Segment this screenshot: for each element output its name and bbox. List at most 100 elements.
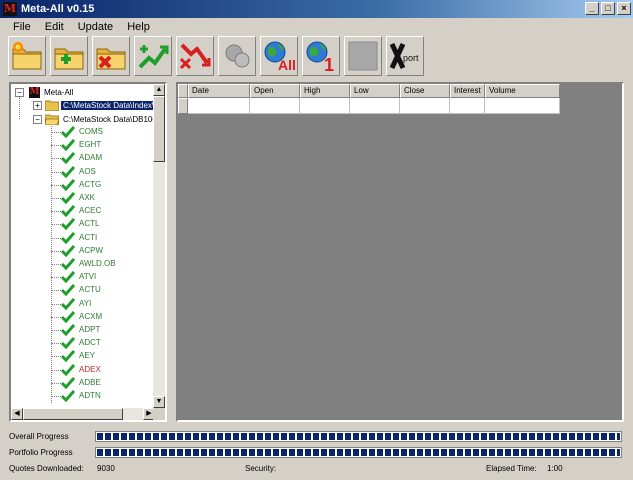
security-symbol: ADBE	[79, 378, 101, 387]
scroll-up-button[interactable]: ▲	[153, 84, 165, 96]
folder-plus-icon	[54, 48, 84, 70]
checkmark-icon	[61, 245, 75, 257]
tree-security-item[interactable]: COMS	[77, 125, 105, 138]
tree-content: − M Meta-All + C:\MetaStock Data\Index\ −…	[11, 84, 155, 408]
tree-root[interactable]: M Meta-All	[29, 86, 75, 99]
tree-folder-index[interactable]: C:\MetaStock Data\Index\	[61, 99, 155, 112]
grid-cell-close[interactable]	[400, 98, 450, 114]
grid-row[interactable]	[178, 98, 560, 114]
tree-security-item[interactable]: AYI	[77, 297, 93, 310]
tree-security-item[interactable]: EGHT	[77, 138, 103, 151]
tree-vertical-scrollbar[interactable]: ▲ ▼	[153, 84, 165, 408]
export-button[interactable]: port	[386, 36, 424, 76]
grid-cell-volume[interactable]	[485, 98, 560, 114]
grid-cell-high[interactable]	[300, 98, 350, 114]
minimize-button[interactable]: _	[585, 2, 599, 15]
tree-security-item[interactable]: ACTL	[77, 217, 101, 230]
tree-security-item[interactable]: ACXM	[77, 310, 104, 323]
remove-security-button[interactable]	[176, 36, 214, 76]
grid-cell-low[interactable]	[350, 98, 400, 114]
security-symbol: AWLD.OB	[79, 259, 116, 268]
globe-one-icon: 1	[306, 41, 334, 73]
tree-security-item[interactable]: ADBE	[77, 376, 103, 389]
add-folder-button[interactable]	[50, 36, 88, 76]
tree-security-item[interactable]: ADAM	[77, 151, 104, 164]
security-symbol: ADPT	[79, 325, 101, 334]
folder-db100-collapse-toggle[interactable]: −	[33, 115, 42, 124]
menu-help[interactable]: Help	[120, 21, 157, 33]
security-label: Security:	[245, 464, 277, 473]
security-symbol: ADAM	[79, 153, 103, 162]
tree-security-item[interactable]: ACTI	[77, 231, 99, 244]
tree-security-item[interactable]: ACEC	[77, 204, 103, 217]
close-button[interactable]: ×	[617, 2, 631, 15]
menu-update[interactable]: Update	[71, 21, 120, 33]
checkmark-icon	[61, 258, 75, 270]
tree-security-item[interactable]: ACPW	[77, 244, 105, 257]
column-header-open[interactable]: Open	[250, 84, 300, 98]
scroll-thumb[interactable]	[153, 96, 165, 162]
title-bar[interactable]: M Meta-All v0.15 _ □ ×	[0, 0, 633, 18]
update-all-button[interactable]: All	[260, 36, 298, 76]
checkmark-icon	[61, 324, 75, 336]
folder-index-expand-toggle[interactable]: +	[33, 101, 42, 110]
app-icon: M	[29, 87, 40, 99]
tree-security-item[interactable]: ADEX	[77, 363, 103, 376]
update-one-button[interactable]: 1	[302, 36, 340, 76]
securities-tree[interactable]: − M Meta-All + C:\MetaStock Data\Index\ −…	[9, 82, 167, 422]
tree-security-item[interactable]: ADPT	[77, 323, 102, 336]
scroll-down-button[interactable]: ▼	[153, 396, 165, 408]
tree-security-item[interactable]: ACTU	[77, 283, 103, 296]
menu-file[interactable]: File	[6, 21, 38, 33]
checkmark-icon	[61, 218, 75, 230]
column-header-low[interactable]: Low	[350, 84, 400, 98]
globe-all-icon: All	[264, 41, 296, 73]
quotes-grid[interactable]: Date Open High Low Close Interest Volume	[176, 82, 624, 422]
security-symbol: ADEX	[79, 365, 101, 374]
security-symbol: ACTI	[79, 233, 98, 242]
column-header-volume[interactable]: Volume	[485, 84, 560, 98]
security-symbol: AEY	[79, 351, 96, 360]
grid-cell-interest[interactable]	[450, 98, 485, 114]
column-header-date[interactable]: Date	[188, 84, 250, 98]
tree-horizontal-scrollbar[interactable]: ◀ ▶	[11, 408, 155, 420]
menu-bar: File Edit Update Help	[0, 18, 633, 35]
tree-security-item[interactable]: ADCT	[77, 336, 103, 349]
tree-security-item[interactable]: AOS	[77, 165, 98, 178]
new-folder-button[interactable]	[8, 36, 46, 76]
column-header-high[interactable]: High	[300, 84, 350, 98]
remove-folder-button[interactable]	[92, 36, 130, 76]
security-symbol: ACEC	[79, 206, 102, 215]
portfolio-progress-row: Portfolio Progress	[9, 446, 624, 458]
column-header-close[interactable]: Close	[400, 84, 450, 98]
add-security-button[interactable]	[134, 36, 172, 76]
status-bar: Quotes Downloaded: 9030 Security: Elapse…	[9, 464, 624, 476]
tree-security-item[interactable]: AXK	[77, 191, 97, 204]
hscroll-thumb[interactable]	[23, 408, 123, 420]
window-title: Meta-All v0.15	[21, 3, 95, 15]
overall-progress-fill	[97, 432, 620, 440]
grid-cell-open[interactable]	[250, 98, 300, 114]
maximize-button[interactable]: □	[601, 2, 615, 15]
menu-edit[interactable]: Edit	[38, 21, 71, 33]
tree-security-item[interactable]: AWLD.OB	[77, 257, 118, 270]
column-header-interest[interactable]: Interest	[450, 84, 485, 98]
tree-security-item[interactable]: ATVI	[77, 270, 98, 283]
tree-security-item[interactable]: ACTG	[77, 178, 103, 191]
tree-security-item[interactable]: ADTN	[77, 389, 103, 402]
row-indicator[interactable]	[178, 98, 188, 114]
blank-button[interactable]	[344, 36, 382, 76]
elapsed-time-value: 1:00	[547, 464, 563, 473]
svg-text:port: port	[403, 53, 419, 63]
refresh-button[interactable]	[218, 36, 256, 76]
tree-folder-db100[interactable]: C:\MetaStock Data\DB100	[61, 113, 155, 126]
tree-security-item[interactable]: AEY	[77, 349, 97, 362]
chart-up-plus-icon	[138, 45, 169, 69]
scroll-left-button[interactable]: ◀	[11, 408, 23, 420]
blank-icon	[348, 41, 378, 71]
root-collapse-toggle[interactable]: −	[15, 88, 24, 97]
security-symbol: ACXM	[79, 312, 103, 321]
folder-x-icon	[96, 48, 126, 70]
overall-progress-label: Overall Progress	[9, 431, 69, 441]
grid-cell-date[interactable]	[188, 98, 250, 114]
